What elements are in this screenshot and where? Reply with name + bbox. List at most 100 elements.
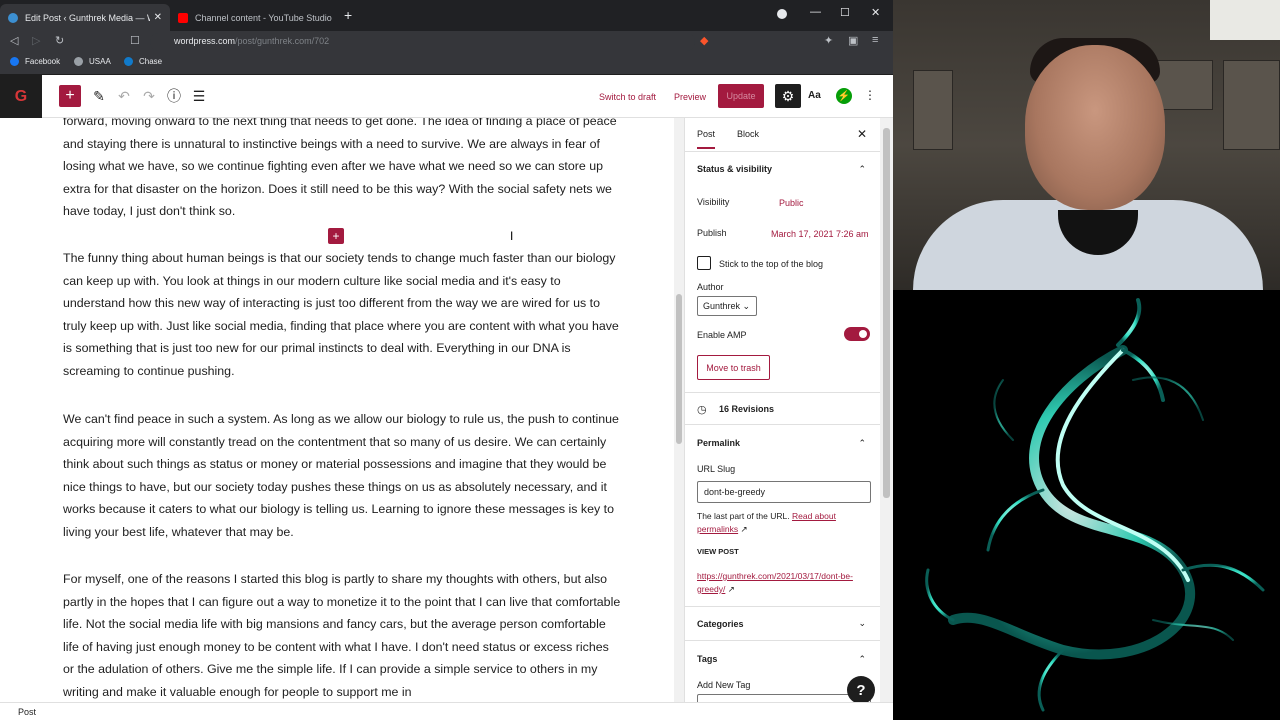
tab-block[interactable]: Block bbox=[737, 129, 759, 139]
revisions-link[interactable]: 16 Revisions bbox=[719, 404, 774, 414]
tab-title: Edit Post ‹ Gunthrek Media — W bbox=[25, 12, 150, 23]
editor-header: G + ✎ ↶ ↷ ⓘ ☰ Switch to draft Preview Up… bbox=[0, 75, 893, 118]
tab-post[interactable]: Post bbox=[697, 129, 716, 149]
minimize-button[interactable]: — bbox=[810, 6, 821, 18]
toggle-knob bbox=[859, 330, 867, 338]
scrollbar-thumb[interactable] bbox=[883, 128, 890, 498]
author-value: Gunthrek bbox=[703, 301, 741, 311]
block-inserter-button[interactable]: + bbox=[59, 85, 81, 107]
cabinet bbox=[1223, 60, 1280, 150]
switch-to-draft-button[interactable]: Switch to draft bbox=[599, 92, 656, 102]
block-breadcrumb[interactable]: Post bbox=[0, 702, 893, 720]
url-host: wordpress.com bbox=[174, 36, 236, 46]
bookmark-facebook[interactable]: Facebook bbox=[10, 57, 60, 66]
add-new-tag-label: Add New Tag bbox=[697, 680, 751, 690]
more-options-icon[interactable]: ⋮ bbox=[864, 88, 876, 102]
move-to-trash-button[interactable]: Move to trash bbox=[697, 355, 770, 380]
close-sidebar-icon[interactable]: ✕ bbox=[857, 127, 867, 141]
info-icon[interactable]: ⓘ bbox=[165, 85, 183, 107]
back-icon[interactable]: ◁ bbox=[10, 34, 18, 47]
block-inserter-inline[interactable]: + bbox=[328, 228, 344, 244]
bookmark-label: Chase bbox=[139, 57, 163, 66]
pencil-icon[interactable]: ✎ bbox=[90, 85, 108, 107]
chevron-down-icon[interactable]: ⌄ bbox=[858, 618, 866, 629]
publish-date[interactable]: March 17, 2021 7:26 am bbox=[771, 229, 869, 239]
jetpack-icon[interactable]: ⚡ bbox=[836, 88, 852, 104]
site-logo[interactable]: G bbox=[0, 75, 42, 118]
bookmark-icon[interactable]: ☐ bbox=[130, 34, 140, 47]
cabinet bbox=[913, 70, 953, 150]
profile-icon[interactable] bbox=[777, 9, 787, 19]
amp-toggle[interactable] bbox=[844, 327, 870, 341]
list-view-icon[interactable]: ☰ bbox=[190, 85, 208, 107]
preview-button[interactable]: Preview bbox=[674, 92, 706, 102]
author-label: Author bbox=[697, 282, 724, 292]
wallet-icon[interactable]: ▣ bbox=[848, 34, 858, 47]
address-bar[interactable]: wordpress.com/post/gunthrek.com/702 bbox=[150, 33, 695, 51]
update-button[interactable]: Update bbox=[718, 84, 764, 108]
view-post-link[interactable]: https://gunthrek.com/2021/03/17/dont-be-… bbox=[697, 571, 853, 594]
toolbar: ◁ ▷ ↻ ☐ wordpress.com/post/gunthrek.com/… bbox=[0, 31, 893, 53]
facebook-icon bbox=[10, 57, 19, 66]
chevron-up-icon[interactable]: ⌃ bbox=[858, 654, 866, 665]
author-select[interactable]: Gunthrek ⌄ bbox=[697, 296, 757, 316]
divider bbox=[685, 606, 880, 607]
presenter-face bbox=[1025, 45, 1165, 210]
tab-youtube-studio[interactable]: Channel content - YouTube Studio bbox=[170, 4, 340, 31]
sticky-label: Stick to the top of the blog bbox=[719, 259, 824, 269]
help-button[interactable]: ? bbox=[847, 676, 875, 704]
categories-title[interactable]: Categories bbox=[697, 619, 744, 629]
new-tab-button[interactable]: + bbox=[344, 7, 352, 23]
chevron-up-icon[interactable]: ⌃ bbox=[858, 164, 866, 175]
post-editor[interactable]: forward, moving onward to the next thing… bbox=[0, 118, 674, 702]
dragon-swirl-graphic bbox=[925, 298, 1265, 712]
bookmark-chase[interactable]: Chase bbox=[124, 57, 162, 66]
settings-sidebar: Post Block ✕ Status & visibility ⌃ Visib… bbox=[684, 118, 880, 702]
sidebar-tabs: Post Block ✕ bbox=[685, 118, 880, 152]
url-slug-input[interactable]: dont-be-greedy bbox=[697, 481, 871, 503]
maximize-button[interactable]: ☐ bbox=[840, 6, 850, 19]
url-path: /post/gunthrek.com/702 bbox=[235, 36, 330, 46]
slug-help: The last part of the URL. Read about per… bbox=[697, 511, 836, 534]
add-tag-input[interactable] bbox=[697, 694, 871, 702]
permalink-title[interactable]: Permalink bbox=[697, 438, 740, 448]
forward-icon[interactable]: ▷ bbox=[32, 34, 40, 47]
paragraph-block[interactable]: We can't find peace in such a system. As… bbox=[63, 408, 623, 544]
editor-scrollbar[interactable] bbox=[674, 118, 684, 702]
paragraph-block[interactable]: forward, moving onward to the next thing… bbox=[63, 118, 623, 223]
sticky-checkbox[interactable] bbox=[697, 256, 711, 270]
bookmark-label: USAA bbox=[89, 57, 111, 66]
url-slug-label: URL Slug bbox=[697, 464, 736, 474]
amp-label: Enable AMP bbox=[697, 330, 747, 340]
tab-strip: Edit Post ‹ Gunthrek Media — W ✕ Channel… bbox=[0, 0, 893, 31]
tags-title[interactable]: Tags bbox=[697, 654, 717, 664]
menu-icon[interactable]: ≡ bbox=[872, 34, 878, 46]
bookmark-label: Facebook bbox=[25, 57, 61, 66]
close-window-button[interactable]: ✕ bbox=[871, 6, 880, 19]
youtube-icon bbox=[178, 12, 188, 23]
slug-help-text: The last part of the URL. bbox=[697, 511, 790, 521]
visibility-value[interactable]: Public bbox=[779, 198, 804, 208]
typography-button[interactable]: Aa bbox=[808, 90, 821, 101]
bookmark-usaa[interactable]: USAA bbox=[74, 57, 111, 66]
dragon-artwork bbox=[893, 290, 1280, 720]
view-post-wrap: https://gunthrek.com/2021/03/17/dont-be-… bbox=[697, 571, 853, 594]
chevron-up-icon[interactable]: ⌃ bbox=[858, 438, 866, 449]
undo-icon[interactable]: ↶ bbox=[115, 85, 133, 107]
close-tab-icon[interactable]: ✕ bbox=[154, 12, 162, 23]
tab-edit-post[interactable]: Edit Post ‹ Gunthrek Media — W ✕ bbox=[0, 4, 170, 31]
sidebar-scrollbar[interactable] bbox=[880, 118, 893, 702]
paragraph-block[interactable]: The funny thing about human beings is th… bbox=[63, 247, 623, 383]
status-visibility-title[interactable]: Status & visibility bbox=[697, 164, 772, 174]
divider bbox=[685, 640, 880, 641]
reload-icon[interactable]: ↻ bbox=[55, 34, 64, 47]
paragraph-block[interactable]: For myself, one of the reasons I started… bbox=[63, 568, 623, 702]
window-light bbox=[1210, 0, 1280, 40]
visibility-label: Visibility bbox=[697, 197, 730, 207]
brave-shield-icon[interactable]: ◆ bbox=[700, 34, 708, 47]
chase-icon bbox=[124, 57, 133, 66]
scrollbar-thumb[interactable] bbox=[676, 294, 682, 444]
settings-gear-icon[interactable]: ⚙ bbox=[775, 84, 801, 108]
extensions-icon[interactable]: ✦ bbox=[824, 34, 833, 47]
redo-icon[interactable]: ↷ bbox=[140, 85, 158, 107]
